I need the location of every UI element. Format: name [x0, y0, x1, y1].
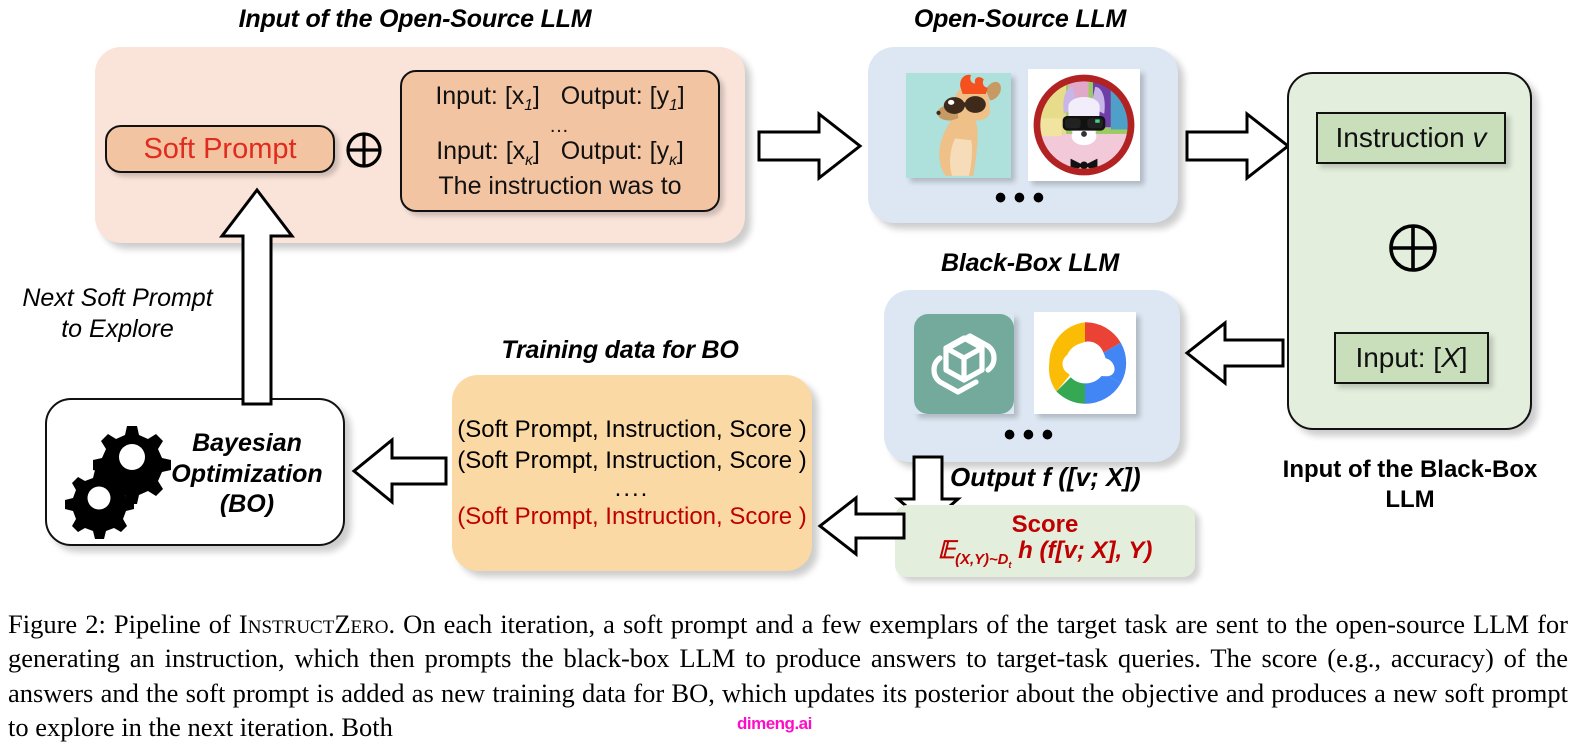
score-title: Score [1011, 511, 1079, 538]
caption-smallcaps: InstructZero [238, 609, 389, 639]
exemplar-input-1-sub: 1 [524, 96, 533, 114]
feedback-line-1: Next Soft Prompt [22, 284, 213, 312]
black-box-llm-box: ••• [884, 290, 1180, 462]
output-label: Output f ([v; X]) [950, 462, 1141, 493]
title-black-box-input: Input of the Black-Box LLM [1275, 455, 1545, 515]
title-training-data: Training data for BO [501, 336, 739, 364]
exemplars-text: Input: [x1] Output: [y1] … Input: [xκ] O… [435, 81, 684, 201]
training-data-row: (Soft Prompt, Instruction, Score ) [457, 447, 807, 475]
arrow-training-data-to-bo [351, 436, 448, 506]
vicuna-icon [1028, 69, 1140, 181]
training-data-box: (Soft Prompt, Instruction, Score ) (Soft… [452, 375, 812, 571]
exemplar-row-1: Input: [x1] Output: [y1] [435, 81, 684, 116]
bayesian-optimization-box[interactable]: Bayesian Optimization (BO) [45, 398, 345, 546]
exemplar-output-k: Output: [y [560, 136, 670, 165]
exemplar-input-k: Input: [x [436, 136, 526, 165]
circled-plus-icon [1387, 222, 1439, 274]
exemplar-instruction-line: The instruction was to [438, 171, 682, 200]
bo-line-2: Optimization [171, 459, 323, 488]
input-label: Input: [X] [1355, 342, 1467, 374]
score-expectation-symbol: 𝔼 [937, 537, 956, 565]
score-box: Score 𝔼(X,Y)~Dt h (f[v; X], Y) [895, 505, 1195, 577]
figure-canvas: Input of the Open-Source LLM Soft Prompt… [0, 0, 1574, 753]
output-label-math: f ([v; X]) [1042, 462, 1141, 492]
input-var: X [1441, 342, 1460, 373]
input-chip[interactable]: Input: [X] [1334, 332, 1489, 384]
gears-icon [65, 420, 171, 539]
exemplar-output-k-end: ] [676, 136, 684, 165]
input-label-end: ] [1459, 342, 1468, 373]
training-data-row: (Soft Prompt, Instruction, Score ) [457, 416, 807, 444]
exemplar-input-k-end: ] [532, 136, 540, 165]
training-data-row-highlight: (Soft Prompt, Instruction, Score ) [457, 502, 807, 530]
instruction-var: v [1472, 122, 1487, 153]
exemplar-output-1-end: ] [677, 81, 685, 110]
arrow-black-box-input-to-llm [1184, 319, 1285, 387]
google-cloud-icon [1034, 312, 1136, 414]
score-formula-rest: h (f[v; X], Y) [1018, 537, 1153, 565]
exemplars-box: Input: [x1] Output: [y1] … Input: [xκ] O… [400, 70, 720, 212]
instruction-label-text: Instruction [1335, 122, 1465, 153]
bo-line-3: (BO) [219, 490, 275, 518]
arrow-open-source-to-black-box-input [1185, 110, 1291, 182]
score-expectation-sub: (X,Y)~Dt [955, 552, 1012, 571]
feedback-line-2: to Explore [61, 315, 174, 344]
title-open-source-llm: Open-Source LLM [913, 5, 1127, 33]
title-black-box-llm: Black-Box LLM [941, 249, 1119, 277]
title-black-box-input-line2: LLM [1385, 486, 1435, 513]
output-label-bold: Output [950, 462, 1036, 492]
exemplar-output-1: Output: [y [560, 81, 670, 110]
exemplar-output-k-sub: κ [669, 151, 677, 169]
bo-line-1: Bayesian [192, 429, 302, 457]
exemplar-ellipsis: … [549, 114, 571, 137]
arrow-score-to-training-data [817, 494, 906, 558]
black-box-more-dots: ••• [1003, 416, 1061, 454]
exemplar-input-1-end: ] [532, 81, 540, 110]
feedback-arrow-label: Next Soft Prompt to Explore [10, 283, 225, 346]
instruction-chip[interactable]: Instruction v [1316, 112, 1506, 164]
exemplar-input-1: Input: [x [435, 81, 525, 110]
soft-prompt-label: Soft Prompt [143, 132, 297, 165]
input-label-text: Input: [ [1355, 342, 1442, 373]
caption-text-a: Pipeline of [105, 609, 239, 639]
exemplar-input-k-sub: κ [525, 151, 533, 169]
watermark: dimeng.ai [737, 714, 812, 733]
title-black-box-input-line1: Input of the Black-Box [1282, 456, 1538, 483]
soft-prompt-chip[interactable]: Soft Prompt [105, 125, 335, 173]
bayesian-optimization-label: Bayesian Optimization (BO) [157, 428, 337, 520]
title-open-source-input: Input of the Open-Source LLM [238, 5, 592, 33]
exemplar-row-k: Input: [xκ] Output: [yκ] [435, 136, 684, 171]
alpaca-icon [906, 73, 1011, 178]
open-source-llm-box: ••• [868, 47, 1178, 223]
open-source-input-box: Soft Prompt Input: [x1] Output: [y1] … I… [95, 47, 745, 243]
black-box-input-panel: Instruction v Input: [X] [1287, 72, 1532, 430]
circled-plus-icon [345, 131, 383, 169]
exemplar-output-1-sub: 1 [669, 96, 678, 114]
score-formula: 𝔼(X,Y)~Dt h (f[v; X], Y) [895, 538, 1195, 570]
open-source-more-dots: ••• [994, 179, 1052, 217]
arrow-input-to-open-source [757, 110, 863, 182]
training-data-ellipsis: .... [614, 474, 650, 502]
instruction-label: Instruction v [1336, 122, 1487, 154]
openai-icon [914, 314, 1014, 414]
arrow-bo-to-soft-prompt [218, 187, 298, 406]
caption-prefix: Figure 2: [8, 609, 106, 639]
